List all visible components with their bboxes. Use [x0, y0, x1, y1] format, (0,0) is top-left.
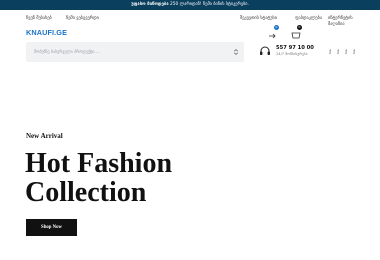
- site-logo[interactable]: KNAUFI.GE: [26, 29, 67, 37]
- language-link-4[interactable]: ქ: [353, 49, 355, 54]
- hero-title: Hot Fashion Collection: [25, 149, 325, 207]
- compare-icon: [269, 33, 276, 39]
- promo-text: 250 ლარიდან! ჩემი ბინის სტიკერები.: [170, 2, 249, 7]
- language-link-1[interactable]: ქ: [329, 49, 331, 54]
- language-link-2[interactable]: ქ: [337, 49, 339, 54]
- shop-now-button[interactable]: Shop Now: [26, 219, 77, 236]
- language-link-3[interactable]: ქ: [345, 49, 347, 54]
- chevron-down-icon[interactable]: [232, 48, 240, 56]
- promo-bold-text: უფასო მიწოდება: [131, 2, 169, 7]
- search-box[interactable]: მოძებნე სასურველი პროდუქტი.....: [26, 42, 244, 62]
- contact-hours: 24/7 მომსახურება: [276, 52, 308, 56]
- nav-shop-link[interactable]: ინტერნეტის მაღაზია: [328, 16, 368, 28]
- cart-icon: [291, 32, 301, 39]
- nav-about-link[interactable]: ჩვენ შესახებ: [26, 16, 52, 22]
- hero-kicker: New Arrival: [26, 132, 63, 140]
- contact-phone[interactable]: 557 97 10 00: [276, 45, 314, 51]
- compare-button[interactable]: 0: [266, 25, 279, 39]
- cart-button[interactable]: 0: [290, 25, 302, 39]
- hero-title-line-2: Collection: [25, 177, 147, 208]
- nav-website-link[interactable]: ჩემი ვებგვერდი: [66, 16, 99, 22]
- promo-bar: უფასო მიწოდება 250 ლარიდან! ჩემი ბინის ს…: [0, 0, 380, 10]
- cart-count-badge: 0: [297, 25, 302, 30]
- hero-title-line-1: Hot Fashion: [25, 148, 173, 179]
- compare-count-badge: 0: [274, 25, 279, 30]
- nav-discount-link[interactable]: ფასდაკლება: [295, 16, 322, 22]
- nav-order-status-link[interactable]: შეკვეთის სტატუსი: [240, 16, 277, 22]
- headset-icon: [260, 46, 270, 55]
- search-input[interactable]: მოძებნე სასურველი პროდუქტი.....: [34, 49, 101, 55]
